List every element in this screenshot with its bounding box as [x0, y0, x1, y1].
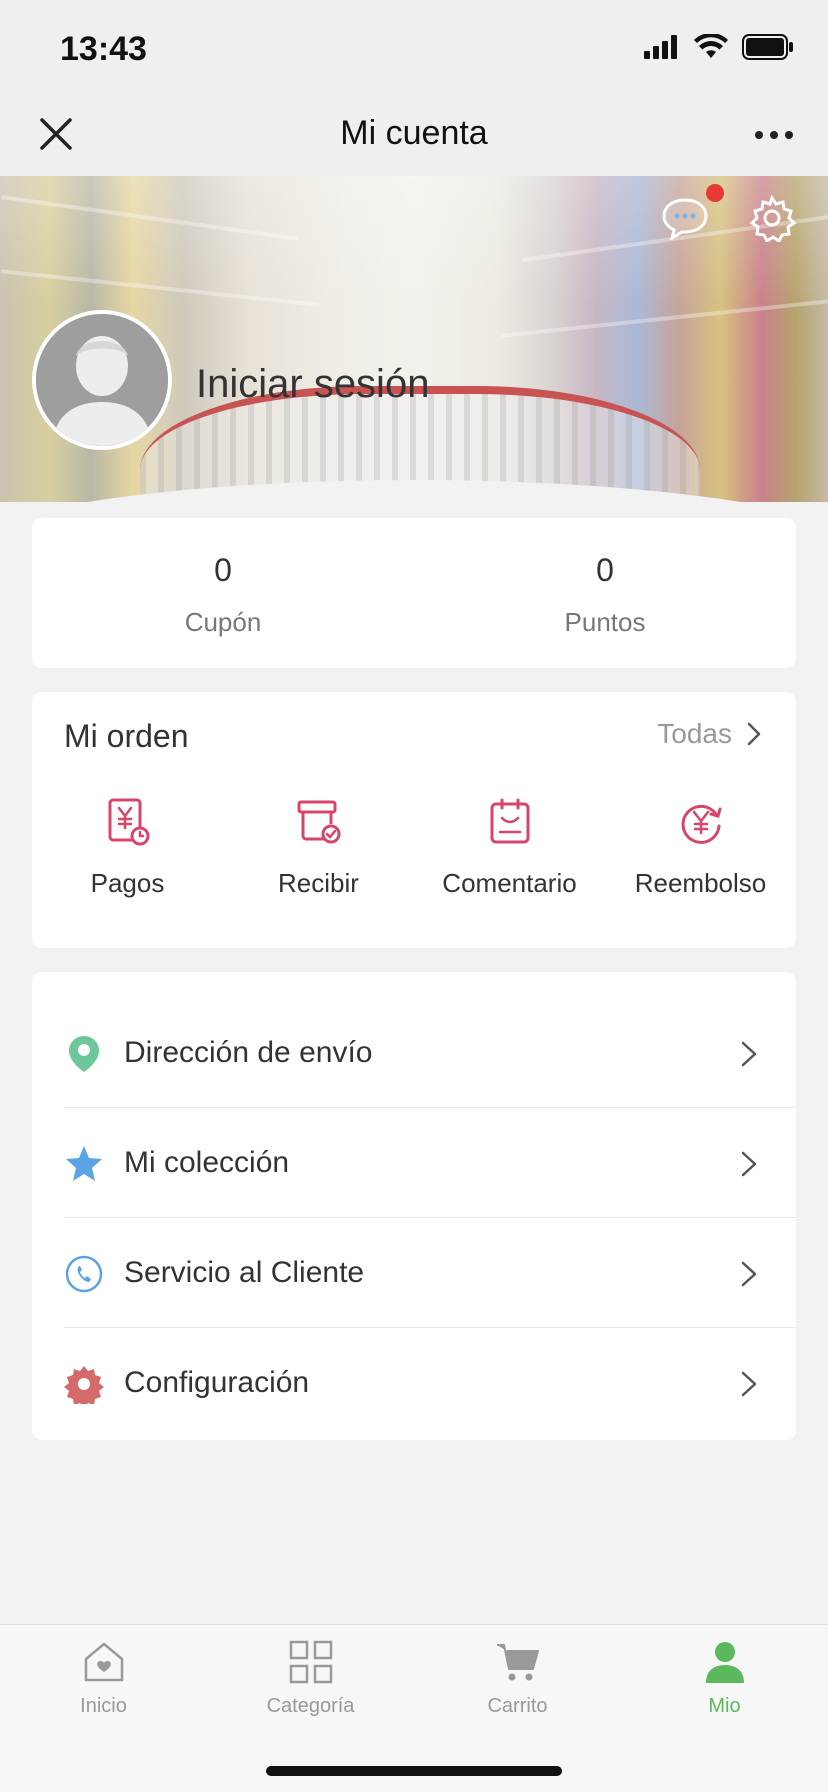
- tab-label: Categoría: [266, 1695, 355, 1717]
- avatar[interactable]: [32, 310, 172, 450]
- status-icons: [644, 34, 794, 60]
- banner-curve: [0, 480, 828, 502]
- orders-all-link[interactable]: Todas: [657, 718, 762, 750]
- default-avatar-icon: [36, 314, 168, 446]
- tab-mine[interactable]: Mio: [621, 1639, 828, 1718]
- orders-card: Mi orden Todas Pagos Recibir Comentario …: [32, 692, 796, 948]
- menu-item-label: Servicio al Cliente: [124, 1256, 365, 1289]
- stat-value: 0: [214, 552, 232, 588]
- stat-label: Cupón: [184, 607, 262, 637]
- menu-item-customer-service[interactable]: Servicio al Cliente: [32, 1218, 796, 1328]
- refund-icon: [681, 804, 721, 844]
- login-link[interactable]: Iniciar sesión: [196, 362, 429, 407]
- stat-coupon[interactable]: 0 Cupón: [32, 518, 414, 668]
- more-icon[interactable]: [754, 120, 794, 150]
- stat-label: Puntos: [564, 607, 646, 637]
- order-item-payment[interactable]: Pagos: [32, 798, 223, 899]
- menu-item-label: Configuración: [124, 1366, 310, 1399]
- tab-label: Mio: [708, 1695, 741, 1717]
- orders-all-label: Todas: [657, 718, 732, 749]
- home-indicator[interactable]: [266, 1766, 562, 1776]
- menu-item-shipping-address[interactable]: Dirección de envío: [32, 998, 796, 1108]
- chevron-right-icon: [747, 722, 761, 746]
- order-item-refund[interactable]: Reembolso: [605, 798, 796, 899]
- tab-category[interactable]: Categoría: [207, 1639, 414, 1718]
- category-grid-icon: [289, 1640, 332, 1684]
- stat-points[interactable]: 0 Puntos: [414, 518, 796, 668]
- status-bar: 13:43: [0, 0, 828, 96]
- chevron-right-icon: [741, 1151, 757, 1177]
- shelf-decoration: [0, 269, 320, 307]
- status-time: 13:43: [60, 30, 147, 68]
- menu-item-settings[interactable]: Configuración: [32, 1328, 796, 1438]
- user-icon: [705, 1642, 744, 1683]
- menu-item-label: Dirección de envío: [124, 1036, 373, 1069]
- order-item-comment[interactable]: Comentario: [414, 798, 605, 899]
- chat-icon[interactable]: [660, 196, 710, 240]
- home-icon: [84, 1642, 123, 1682]
- order-item-label: Comentario: [442, 868, 577, 898]
- menu-item-collection[interactable]: Mi colección: [32, 1108, 796, 1218]
- phone-icon: [65, 1255, 103, 1293]
- shelf-decoration: [500, 298, 828, 338]
- order-item-label: Recibir: [278, 868, 359, 898]
- gear-icon: [64, 1366, 104, 1404]
- signal-icon: [644, 35, 677, 59]
- comment-icon: [490, 798, 529, 844]
- stat-value: 0: [596, 552, 614, 588]
- star-icon: [66, 1146, 102, 1181]
- tab-cart[interactable]: Carrito: [414, 1639, 621, 1718]
- payment-icon: [108, 798, 149, 846]
- shelf-decoration: [1, 195, 299, 241]
- tab-label: Inicio: [80, 1695, 127, 1717]
- tab-label: Carrito: [487, 1695, 548, 1717]
- stats-card: 0 Cupón 0 Puntos: [32, 518, 796, 668]
- order-item-label: Reembolso: [634, 868, 767, 898]
- battery-icon: [742, 34, 793, 60]
- tab-home[interactable]: Inicio: [0, 1639, 207, 1718]
- nav-bar: Mi cuenta: [0, 96, 828, 176]
- menu-list: Dirección de envío Mi colección Servicio…: [32, 972, 796, 1440]
- order-item-receive[interactable]: Recibir: [223, 798, 414, 899]
- chevron-right-icon: [741, 1261, 757, 1287]
- wifi-icon: [694, 34, 728, 58]
- order-status-row: Pagos Recibir Comentario Reembolso: [32, 798, 796, 899]
- menu-item-label: Mi colección: [124, 1146, 290, 1179]
- orders-title: Mi orden: [64, 718, 189, 754]
- chevron-right-icon: [741, 1371, 757, 1397]
- page-title: Mi cuenta: [340, 114, 488, 152]
- receive-icon: [297, 800, 340, 844]
- settings-gear-icon[interactable]: [748, 194, 796, 242]
- order-item-label: Pagos: [90, 868, 165, 898]
- chevron-right-icon: [741, 1041, 757, 1067]
- profile-banner: Iniciar sesión: [0, 176, 828, 502]
- location-pin-icon: [69, 1036, 99, 1072]
- notification-dot: [706, 184, 724, 202]
- cart-icon: [496, 1644, 539, 1681]
